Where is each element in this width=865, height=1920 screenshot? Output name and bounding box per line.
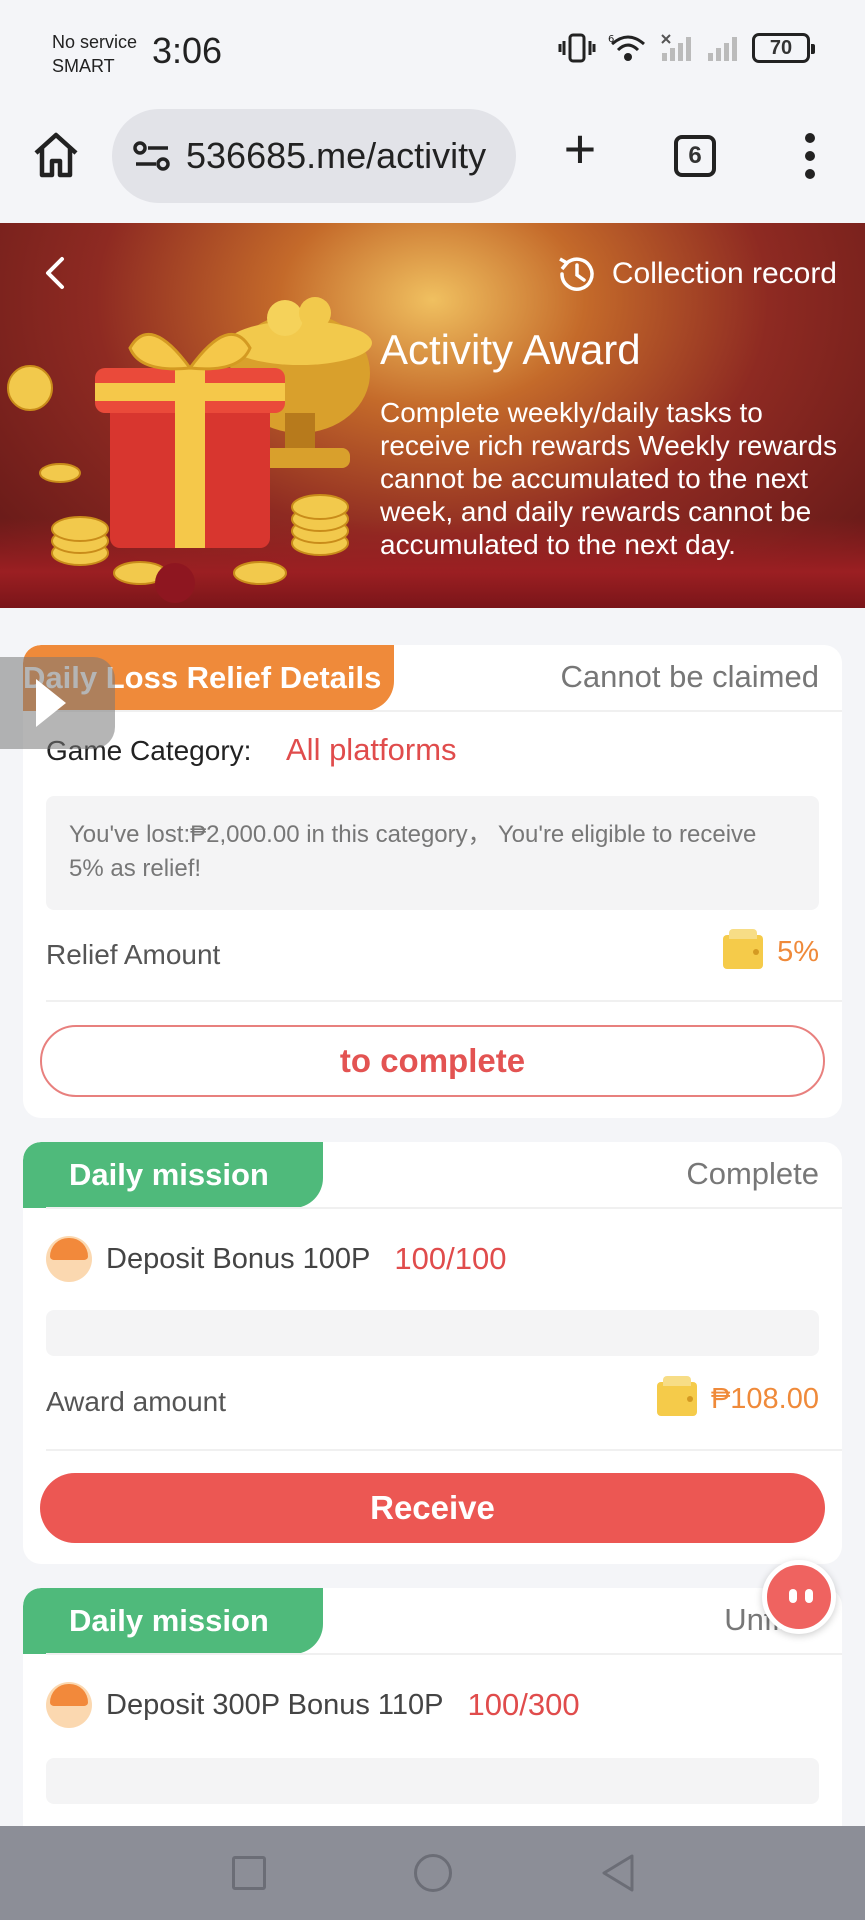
task-progress: 100/100 xyxy=(394,1241,507,1276)
card-tab-label: Daily mission xyxy=(23,1142,323,1208)
wallet-icon xyxy=(723,929,764,969)
vibrate-icon xyxy=(558,33,596,63)
banner-description: Complete weekly/daily tasks to receive r… xyxy=(380,397,837,560)
clock: 3:06 xyxy=(152,30,223,71)
wallet-icon xyxy=(656,1376,697,1416)
award-amount-label: Award amount xyxy=(46,1386,227,1417)
home-nav-icon[interactable] xyxy=(414,1854,452,1892)
history-icon xyxy=(559,257,594,291)
home-icon[interactable] xyxy=(30,129,82,181)
divider xyxy=(46,710,842,712)
loss-info-box: You've lost:₱2,000.00 in this category， … xyxy=(46,796,819,910)
back-chevron-icon[interactable] xyxy=(36,253,76,293)
task-name: Deposit Bonus 100P xyxy=(106,1242,371,1275)
wifi-icon: 6 xyxy=(608,34,645,61)
card-tab-label: Daily mission xyxy=(23,1588,323,1654)
browser-toolbar: 536685.me/activity + 6 xyxy=(0,105,865,223)
task-row: Deposit Bonus 100P 100/100 xyxy=(46,1236,506,1282)
divider xyxy=(46,1000,842,1002)
progress-bar xyxy=(46,1310,819,1356)
tabs-icon[interactable]: 6 xyxy=(674,135,716,177)
carrier-info: No service SMART xyxy=(52,30,137,78)
collection-record-link[interactable]: Collection record xyxy=(554,251,837,297)
divider xyxy=(46,1449,842,1451)
progress-bar xyxy=(46,1758,819,1804)
status-bar: No service SMART 3:06 6 70 xyxy=(0,0,865,105)
address-bar[interactable]: 536685.me/activity xyxy=(112,109,516,203)
carrier-line-2: SMART xyxy=(52,56,115,76)
relief-amount-label: Relief Amount xyxy=(46,939,221,970)
daily-mission-card: Daily mission Unfinis Deposit 300P Bonus… xyxy=(23,1588,842,1848)
status-icons: 6 70 xyxy=(558,32,815,64)
task-progress: 100/300 xyxy=(467,1687,580,1722)
collection-record-label: Collection record xyxy=(611,257,837,290)
system-nav-bar xyxy=(0,1826,865,1920)
receive-button[interactable]: Receive xyxy=(40,1473,825,1543)
task-name: Deposit 300P Bonus 110P xyxy=(106,1688,444,1721)
gift-box-illustration xyxy=(7,297,372,603)
banner-title: Activity Award xyxy=(380,326,641,373)
relief-amount: 5% xyxy=(723,929,819,969)
coin-bag-icon xyxy=(46,1236,92,1282)
award-amount: ₱108.00 xyxy=(656,1376,819,1416)
task-row: Deposit 300P Bonus 110P 100/300 xyxy=(46,1682,580,1728)
divider xyxy=(46,1653,842,1655)
chevron-right-icon xyxy=(36,679,66,727)
award-amount-value: ₱108.00 xyxy=(710,1382,819,1415)
daily-mission-card: Daily mission Complete Deposit Bonus 100… xyxy=(23,1142,842,1564)
svg-text:6: 6 xyxy=(608,34,614,45)
activity-banner: Collection record Activity Award Complet… xyxy=(0,223,865,608)
coin-bag-icon xyxy=(46,1682,92,1728)
to-complete-button[interactable]: to complete xyxy=(40,1025,825,1097)
battery-indicator: 70 xyxy=(752,33,815,63)
url-text: 536685.me/activity xyxy=(186,135,487,176)
status-text: Complete xyxy=(686,1156,819,1191)
recents-icon[interactable] xyxy=(232,1856,266,1890)
loss-relief-card: Daily Loss Relief Details Cannot be clai… xyxy=(23,645,842,1118)
back-nav-icon[interactable] xyxy=(598,1852,638,1894)
signal-icon xyxy=(708,37,737,61)
signal-icon xyxy=(661,34,691,61)
more-vert-icon[interactable] xyxy=(795,133,825,181)
divider xyxy=(46,1207,842,1209)
site-settings-icon[interactable] xyxy=(132,139,172,173)
side-expand-button[interactable] xyxy=(0,657,115,749)
category-value[interactable]: All platforms xyxy=(286,732,457,768)
status-text: Cannot be claimed xyxy=(560,659,820,694)
relief-amount-value: 5% xyxy=(777,935,819,968)
plus-icon[interactable]: + xyxy=(556,121,604,177)
carrier-line-1: No service xyxy=(52,32,138,52)
chat-bubble-icon[interactable] xyxy=(762,1560,836,1634)
